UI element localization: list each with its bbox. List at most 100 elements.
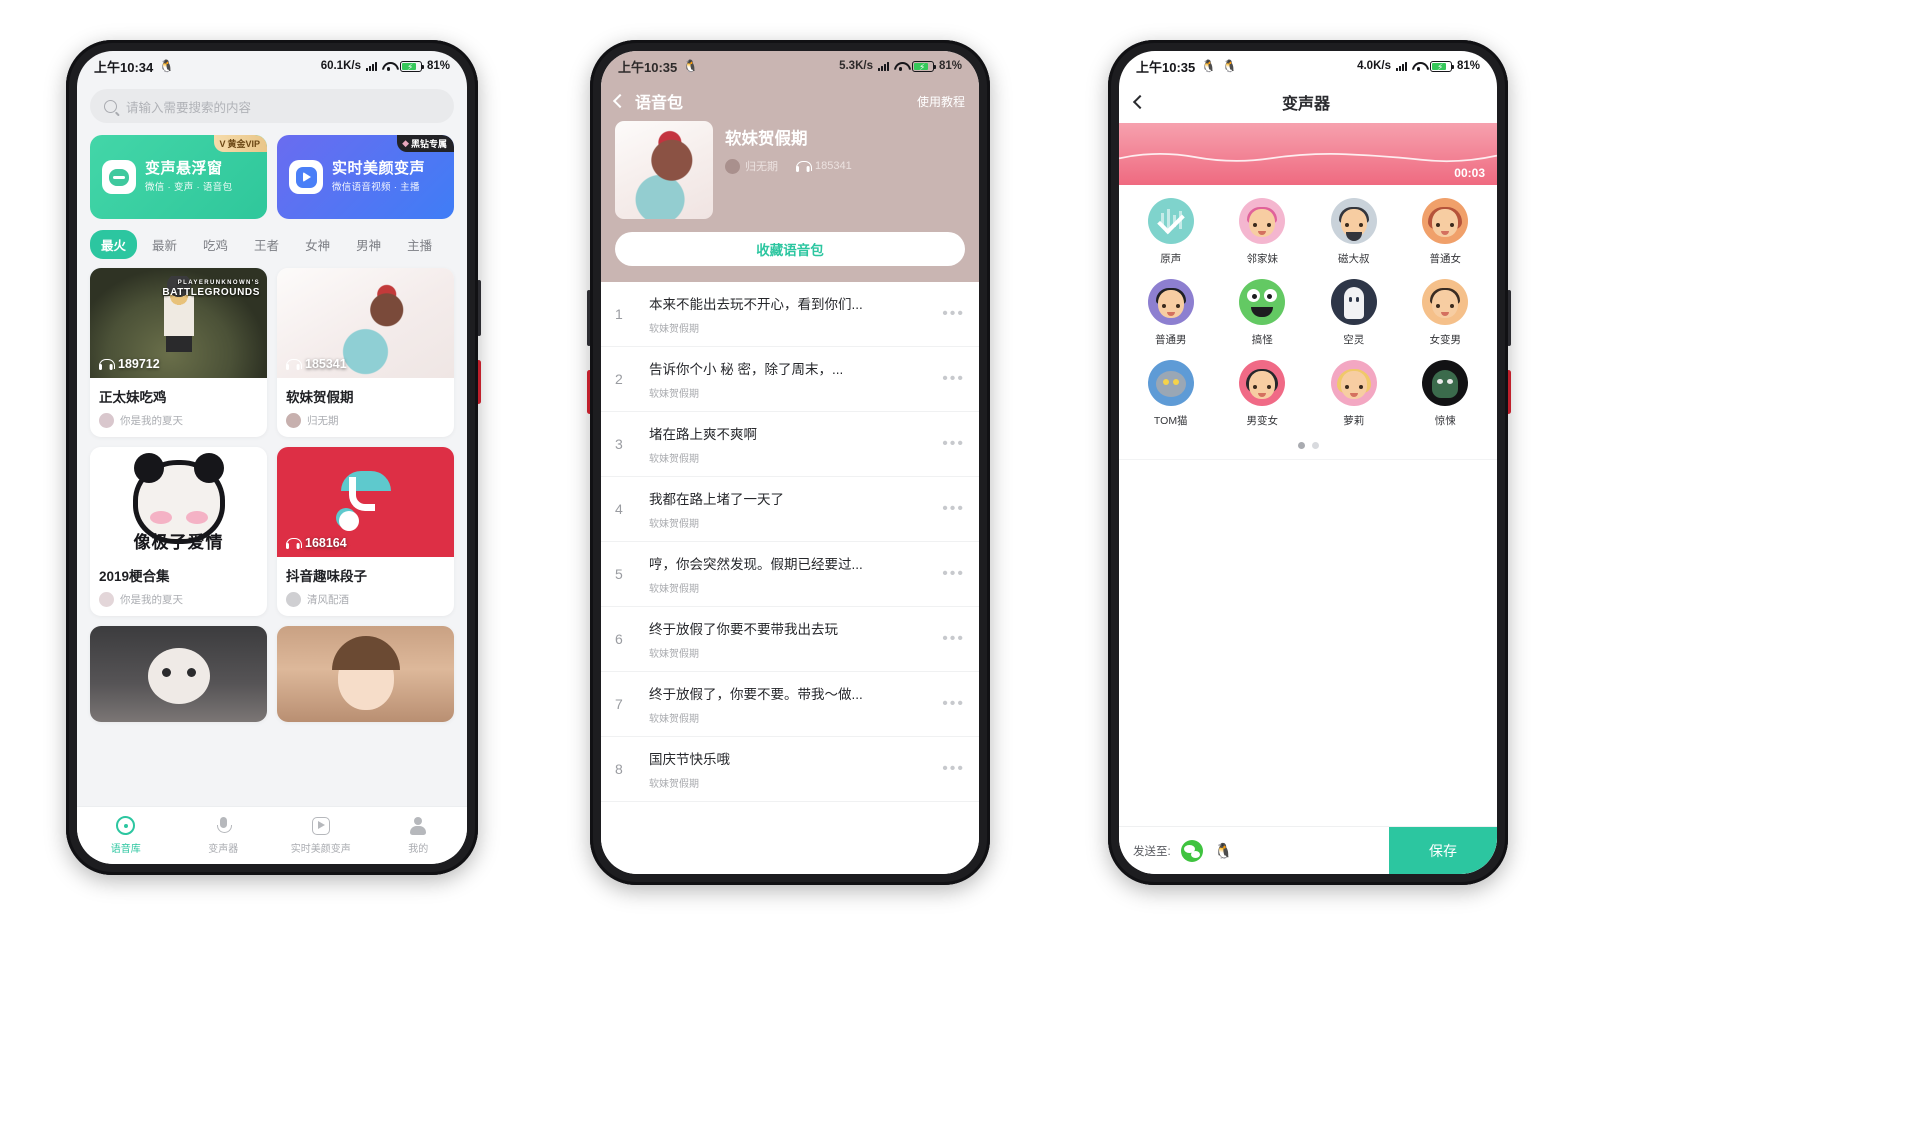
tutorial-link[interactable]: 使用教程 <box>917 93 965 110</box>
power-button[interactable] <box>587 370 592 414</box>
voice-pack-card[interactable]: 185341 软妹贺假期 归无期 <box>277 268 454 437</box>
waveform-player[interactable]: 00:03 <box>1119 123 1497 185</box>
voice-effect-loli[interactable]: 萝莉 <box>1308 360 1400 428</box>
voice-effect-label: 空灵 <box>1343 334 1365 346</box>
search-input[interactable]: 请输入需要搜索的内容 <box>90 89 454 123</box>
female-to-male-avatar-icon <box>1422 279 1469 325</box>
voice-clip-list[interactable]: 1 本来不能出去玩不开心，看到你们... 软妹贺假期 ••• 2 告诉你个小 秘… <box>601 282 979 874</box>
voice-pack-card[interactable]: 168164 抖音趣味段子 清风配酒 <box>277 447 454 616</box>
category-tabs: 最火 最新 吃鸡 王者 女神 男神 主播 <box>90 230 454 259</box>
qq-icon[interactable]: 🐧 <box>1212 839 1235 862</box>
item-subtitle: 软妹贺假期 <box>649 584 699 595</box>
tabbar-label: 语音库 <box>110 844 141 855</box>
more-dots-icon[interactable]: ••• <box>934 435 965 453</box>
list-item[interactable]: 8 国庆节快乐哦 软妹贺假期 ••• <box>601 737 979 802</box>
tabbar-item-voice-library[interactable]: 语音库 <box>77 816 175 855</box>
status-time: 上午10:34 <box>94 59 154 75</box>
pubg-logo-text: PLAYERUNKNOWN'S BATTLEGROUNDS <box>162 280 260 298</box>
home-scroll-area[interactable]: 请输入需要搜索的内容 V 黄金VIP 变声悬浮窗 微信 · 变声 · 语音包 ◆… <box>77 81 467 806</box>
list-item[interactable]: 7 终于放假了，你要不要。带我～做... 软妹贺假期 ••• <box>601 672 979 737</box>
voice-effect-magnetic-uncle[interactable]: 磁大叔 <box>1308 198 1400 266</box>
voice-pack-card[interactable] <box>277 626 454 722</box>
tab-nvshen[interactable]: 女神 <box>294 230 341 259</box>
pack-play-count-value: 185341 <box>815 160 852 172</box>
list-item[interactable]: 3 堵在路上爽不爽啊 软妹贺假期 ••• <box>601 412 979 477</box>
item-index: 6 <box>615 631 623 647</box>
play-count: 185341 <box>286 357 347 371</box>
page-dot-2[interactable] <box>1311 442 1319 449</box>
favorite-pack-button[interactable]: 收藏语音包 <box>615 232 965 266</box>
back-chevron-icon[interactable] <box>612 93 628 109</box>
voice-effect-normal-male[interactable]: 普通男 <box>1125 279 1217 347</box>
voice-effect-normal-female[interactable]: 普通女 <box>1400 198 1492 266</box>
more-dots-icon[interactable]: ••• <box>934 630 965 648</box>
wechat-icon[interactable] <box>1180 839 1203 862</box>
battery-icon: ⚡ <box>1429 60 1455 72</box>
tabbar-item-voice-changer[interactable]: 变声器 <box>175 816 273 855</box>
voice-effect-ethereal[interactable]: 空灵 <box>1308 279 1400 347</box>
tab-zhubo[interactable]: 主播 <box>396 230 443 259</box>
wifi-icon <box>894 61 907 71</box>
tab-zuihuo[interactable]: 最火 <box>90 230 138 259</box>
tabbar-item-profile[interactable]: 我的 <box>370 816 468 855</box>
tab-zuixin[interactable]: 最新 <box>141 230 188 259</box>
promo-card-beauty-voice[interactable]: ◆ 黑钻专属 实时美颜变声 微信语音视频 · 主播 <box>277 135 454 219</box>
diamond-badge-label: 黑钻专属 <box>410 139 447 149</box>
voice-effect-horror[interactable]: 惊悚 <box>1400 360 1492 428</box>
promo-card-float-window[interactable]: V 黄金VIP 变声悬浮窗 微信 · 变声 · 语音包 <box>90 135 267 219</box>
bottom-tab-bar: 语音库 变声器 实时美颜变声 我的 <box>77 806 467 864</box>
tab-nanshen[interactable]: 男神 <box>345 230 392 259</box>
signal-bars-icon <box>365 61 377 71</box>
volume-button[interactable] <box>1507 290 1511 346</box>
sheep-meme-art <box>147 647 210 704</box>
list-item[interactable]: 6 终于放假了你要不要带我出去玩 软妹贺假期 ••• <box>601 607 979 672</box>
volume-button[interactable] <box>587 290 591 346</box>
power-button[interactable] <box>1506 370 1511 414</box>
black-diamond-badge: ◆ 黑钻专属 <box>397 135 454 152</box>
more-dots-icon[interactable]: ••• <box>934 370 965 388</box>
promo-subtitle: 微信 · 变声 · 语音包 <box>145 182 233 194</box>
voice-pack-card[interactable] <box>90 626 267 722</box>
voice-effect-label: 男变女 <box>1246 415 1279 427</box>
avatar <box>99 592 114 607</box>
tab-chiji[interactable]: 吃鸡 <box>192 230 239 259</box>
voice-effect-label: 邻家妹 <box>1246 253 1279 265</box>
list-item[interactable]: 1 本来不能出去玩不开心，看到你们... 软妹贺假期 ••• <box>601 282 979 347</box>
voice-effect-label: 搞怪 <box>1251 334 1273 346</box>
list-item[interactable]: 2 告诉你个小 秘 密，除了周末，... 软妹贺假期 ••• <box>601 347 979 412</box>
voice-pack-card[interactable]: PLAYERUNKNOWN'S BATTLEGROUNDS 189712 正太妹… <box>90 268 267 437</box>
voice-effect-tom-cat[interactable]: TOM猫 <box>1125 360 1217 428</box>
voice-effect-funny[interactable]: 搞怪 <box>1217 279 1309 347</box>
list-item[interactable]: 5 哼，你会突然发现。假期已经要过... 软妹贺假期 ••• <box>601 542 979 607</box>
qq-penguin-icon: 🐧 <box>1201 59 1217 73</box>
page-dot-1[interactable] <box>1297 442 1305 449</box>
more-dots-icon[interactable]: ••• <box>934 760 965 778</box>
more-dots-icon[interactable]: ••• <box>934 695 965 713</box>
volume-button[interactable] <box>477 280 481 336</box>
voice-pack-card[interactable]: 像极了爱情 2019梗合集 你是我的夏天 <box>90 447 267 616</box>
tiktok-logo-art <box>335 471 397 533</box>
wifi-icon <box>382 61 395 71</box>
voice-pack-grid: PLAYERUNKNOWN'S BATTLEGROUNDS 189712 正太妹… <box>90 268 454 722</box>
tab-wangzhe[interactable]: 王者 <box>243 230 290 259</box>
power-button[interactable] <box>476 360 481 404</box>
empty-area <box>1119 459 1497 826</box>
voice-effect-neighbor-girl[interactable]: 邻家妹 <box>1217 198 1309 266</box>
voice-effect-female-to-male[interactable]: 女变男 <box>1400 279 1492 347</box>
item-text: 堵在路上爽不爽啊 <box>649 427 757 442</box>
more-dots-icon[interactable]: ••• <box>934 500 965 518</box>
item-index: 8 <box>615 761 623 777</box>
save-button[interactable]: 保存 <box>1389 827 1497 874</box>
headphone-icon <box>796 160 812 172</box>
more-dots-icon[interactable]: ••• <box>934 565 965 583</box>
voice-effect-original[interactable]: 原声 <box>1125 198 1217 266</box>
pack-author-name: 归无期 <box>745 161 778 173</box>
more-dots-icon[interactable]: ••• <box>934 305 965 323</box>
voice-effect-label: 普通男 <box>1155 334 1187 346</box>
voice-effect-male-to-female[interactable]: 男变女 <box>1217 360 1309 428</box>
tabbar-item-live-beauty[interactable]: 实时美颜变声 <box>272 816 370 855</box>
voice-effect-label: 萝莉 <box>1343 415 1365 427</box>
status-time: 上午10:35 <box>618 59 678 75</box>
list-item[interactable]: 4 我都在路上堵了一天了 软妹贺假期 ••• <box>601 477 979 542</box>
item-text: 本来不能出去玩不开心，看到你们... <box>649 297 863 312</box>
